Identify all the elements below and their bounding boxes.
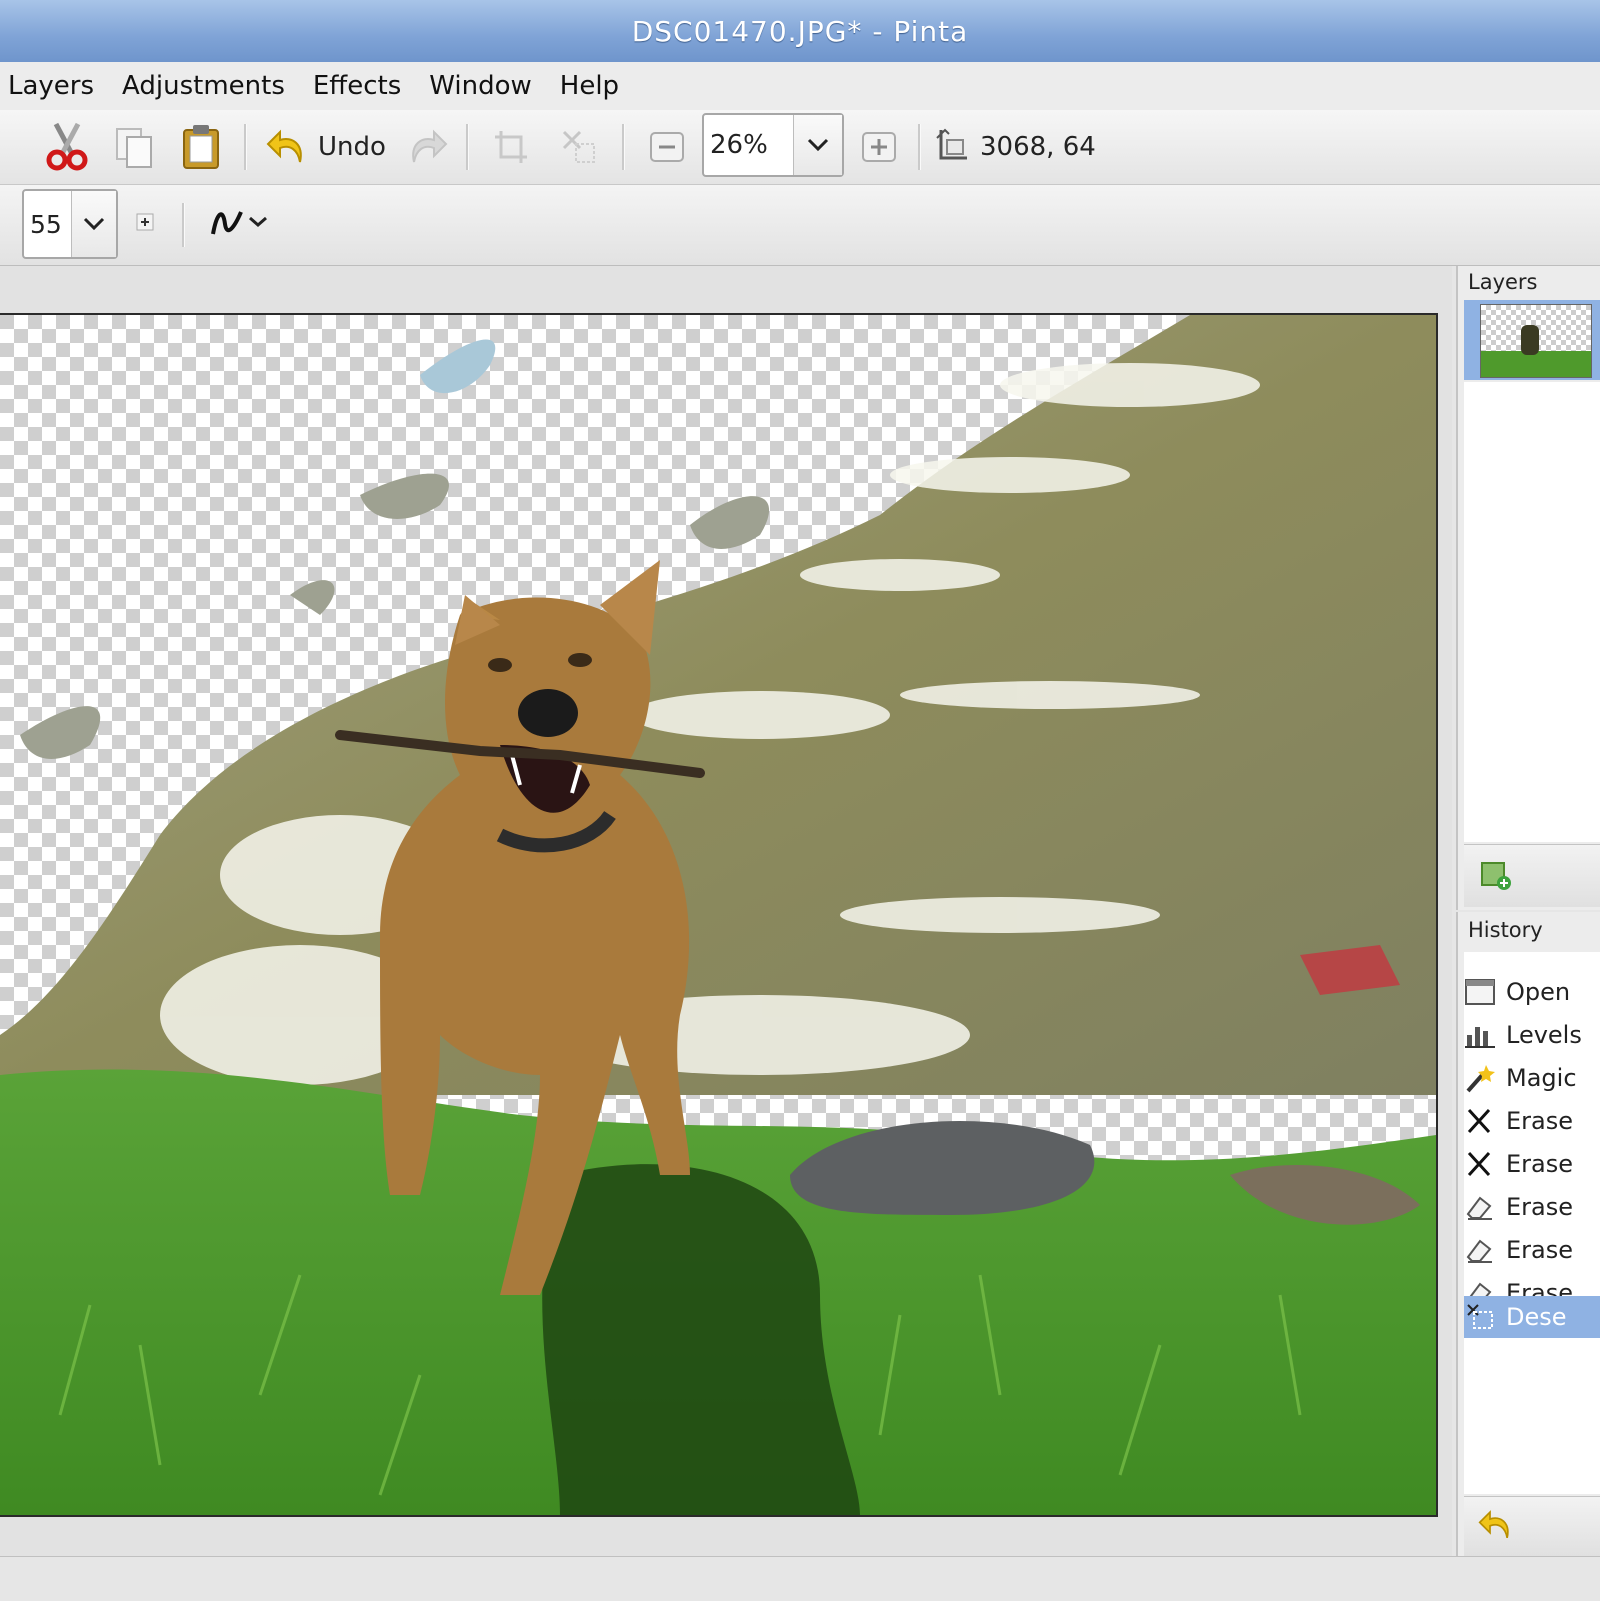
brush-width-value[interactable]: 55 (24, 210, 71, 239)
undo-arrow-icon (266, 129, 302, 163)
open-image-icon (1465, 979, 1495, 1005)
history-item-label: Erase (1506, 1107, 1574, 1135)
window-title: DSC01470.JPG* - Pinta (631, 14, 969, 48)
image-photo[interactable] (0, 315, 1436, 1515)
main-toolbar: Undo 26% 3068, 64 (0, 110, 1600, 185)
crop-to-selection-button[interactable] (484, 120, 538, 174)
zoom-in-icon (862, 132, 896, 162)
menu-layers[interactable]: Layers (0, 71, 108, 101)
zoom-out-icon (650, 132, 684, 162)
antialiasing-curve-icon (211, 211, 243, 235)
history-item[interactable]: Levels (1464, 1015, 1600, 1055)
toolbar-separator (918, 124, 921, 170)
history-item-label: Magic (1506, 1064, 1577, 1092)
history-item-label: Levels (1506, 1021, 1582, 1049)
layers-panel: Layers (1456, 266, 1600, 910)
history-item-label: Erase (1506, 1193, 1574, 1221)
cut-button[interactable] (40, 120, 94, 174)
magic-wand-icon (1466, 1065, 1495, 1093)
zoom-combo[interactable]: 26% (702, 113, 844, 177)
undo-button[interactable] (260, 120, 314, 174)
plus-icon (136, 213, 154, 231)
chevron-down-icon (249, 216, 267, 227)
undo-label[interactable]: Undo (318, 128, 386, 166)
history-item[interactable]: Erase (1464, 1101, 1600, 1141)
toolbar-separator (244, 124, 247, 170)
erase-selection-icon (1467, 1151, 1491, 1177)
eraser-icon (1466, 1196, 1492, 1220)
scissors-icon (46, 122, 88, 171)
history-item-label: Erase (1506, 1236, 1574, 1264)
toolbar-separator (182, 203, 185, 247)
zoom-value[interactable]: 26% (704, 130, 793, 160)
layer-thumbnail (1480, 304, 1592, 378)
levels-icon (1465, 1027, 1495, 1048)
layers-list (1464, 382, 1600, 842)
cursor-position-icon (930, 122, 974, 172)
history-item[interactable]: Erase (1464, 1144, 1600, 1184)
copy-icon (116, 128, 152, 168)
image-canvas[interactable] (0, 313, 1438, 1517)
zoom-in-button[interactable] (852, 120, 906, 174)
menu-effects[interactable]: Effects (299, 71, 415, 101)
history-item[interactable]: Magic (1464, 1058, 1600, 1098)
menu-adjustments[interactable]: Adjustments (108, 71, 299, 101)
history-panel-title: History (1468, 918, 1543, 942)
redo-button[interactable] (400, 120, 454, 174)
toolbar-separator (466, 124, 469, 170)
add-new-layer-button[interactable] (1478, 857, 1518, 897)
erase-selection-icon (1467, 1108, 1491, 1134)
paste-button[interactable] (174, 120, 228, 174)
menu-bar: Layers Adjustments Effects Window Help (0, 62, 1600, 111)
chevron-down-icon (807, 138, 829, 152)
history-item[interactable]: Erase (1464, 1230, 1600, 1270)
history-item-label: Erase (1506, 1150, 1574, 1178)
increase-brush-width-button[interactable] (130, 207, 160, 237)
history-item-label: Dese (1506, 1303, 1567, 1331)
history-item-label: Open (1506, 978, 1571, 1006)
history-panel-toolbar (1464, 1496, 1600, 1557)
chevron-down-icon (83, 217, 105, 231)
layer-row-selected[interactable] (1464, 300, 1600, 380)
status-bar (0, 1556, 1600, 1601)
menu-window[interactable]: Window (415, 71, 546, 101)
copy-button[interactable] (108, 120, 162, 174)
history-item-selected[interactable]: Dese (1464, 1296, 1600, 1338)
history-undo-button[interactable] (1478, 1507, 1518, 1547)
menu-help[interactable]: Help (546, 71, 633, 101)
antialiasing-dropdown[interactable] (198, 197, 278, 247)
brush-width-combo[interactable]: 55 (22, 189, 118, 259)
toolbar-separator (622, 124, 625, 170)
eraser-icon (1466, 1239, 1492, 1263)
deselect-icon (1467, 1304, 1493, 1329)
zoom-out-button[interactable] (640, 120, 694, 174)
title-bar: DSC01470.JPG* - Pinta (0, 0, 1600, 63)
zoom-dropdown-button[interactable] (793, 115, 842, 175)
deselect-icon (562, 130, 595, 163)
layers-panel-toolbar (1464, 844, 1600, 907)
redo-arrow-icon (412, 129, 448, 163)
undo-arrow-icon (1478, 1510, 1509, 1539)
history-item[interactable]: Open (1464, 972, 1600, 1012)
layers-panel-title: Layers (1468, 270, 1538, 294)
paste-icon (183, 125, 219, 169)
cursor-position-readout: 3068, 64 (980, 132, 1096, 162)
history-item[interactable]: Erase (1464, 1187, 1600, 1227)
deselect-all-button[interactable] (552, 120, 606, 174)
tool-options-bar: 55 (0, 185, 1600, 266)
brush-width-dropdown-button[interactable] (71, 191, 116, 257)
crop-icon (495, 131, 527, 163)
add-layer-icon (1481, 862, 1511, 890)
